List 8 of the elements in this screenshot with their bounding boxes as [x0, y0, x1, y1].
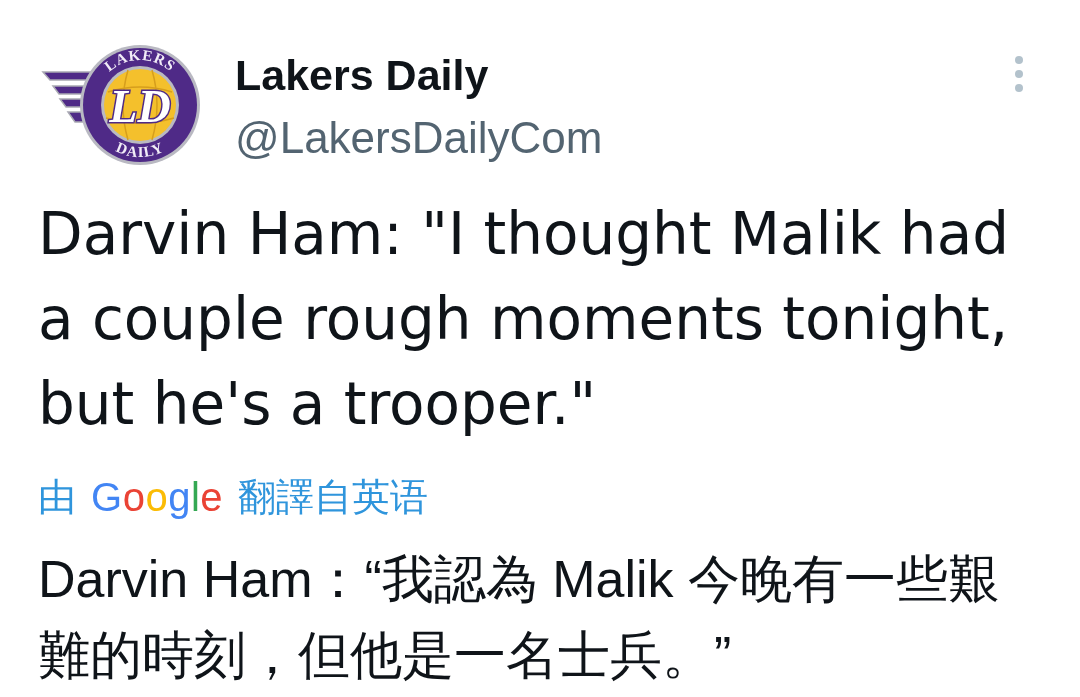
google-logo: Google — [91, 474, 223, 521]
author-name[interactable]: Lakers Daily — [235, 50, 603, 100]
translated-by-label: 由 — [38, 474, 76, 520]
source-language-label: 翻譯自英语 — [238, 474, 428, 520]
tweet-text: Darvin Ham: "I thought Malik had a couple rough moments tonight, but he's a trooper." — [38, 199, 1010, 440]
translated-text: Darvin Ham：“我認為 Malik 今晚有一些艱難的時刻，但他是一名士兵。” — [38, 549, 1002, 686]
more-icon[interactable] — [1014, 56, 1024, 92]
author-handle[interactable]: @LakersDailyCom — [235, 113, 603, 163]
